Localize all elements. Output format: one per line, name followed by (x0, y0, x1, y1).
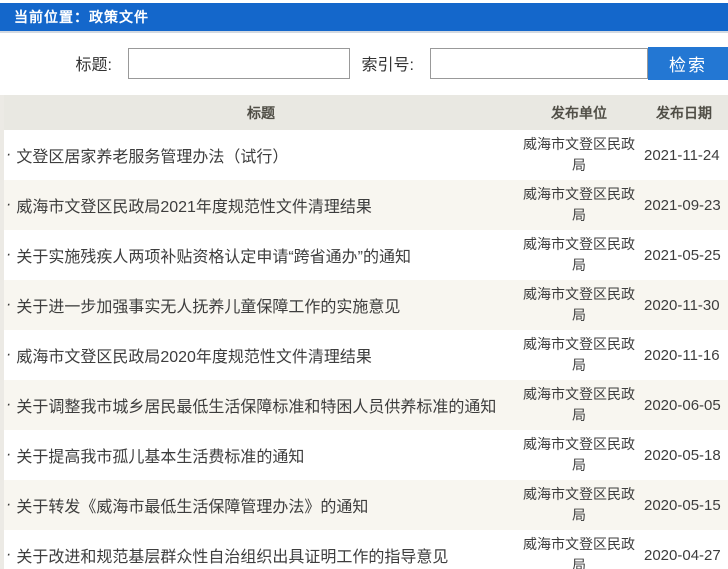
document-link[interactable]: · 关于调整我市城乡居民最低生活保障标准和特困人员供养标准的通知 (4, 393, 518, 417)
breadcrumb: 当前位置：政策文件 (14, 9, 149, 25)
bullet-icon: · (6, 496, 12, 513)
document-title: 关于调整我市城乡居民最低生活保障标准和特困人员供养标准的通知 (16, 399, 497, 416)
date-cell: 2021-05-25 (644, 246, 721, 264)
document-title: 威海市文登区民政局2020年度规范性文件清理结果 (16, 349, 372, 366)
publisher-cell: 威海市文登区民政局 (523, 236, 635, 273)
header-publisher: 发布单位 (551, 104, 607, 121)
policy-documents-page: 当前位置：政策文件 标题: 索引号: 检索 标题 发布单位 发布日期 · 文登区居… (0, 0, 728, 569)
table-row: · 关于调整我市城乡居民最低生活保障标准和特困人员供养标准的通知 威海市文登区民政… (4, 380, 728, 430)
table-header-row: 标题 发布单位 发布日期 (4, 95, 728, 130)
document-title: 关于转发《威海市最低生活保障管理办法》的通知 (16, 499, 369, 516)
document-link[interactable]: · 关于转发《威海市最低生活保障管理办法》的通知 (4, 493, 518, 517)
breadcrumb-wrap: 当前位置：政策文件 (0, 0, 728, 33)
table-row: · 关于进一步加强事实无人抚养儿童保障工作的实施意见 威海市文登区民政局 2020… (4, 280, 728, 330)
date-cell: 2020-11-30 (644, 296, 720, 314)
header-date: 发布日期 (656, 104, 712, 121)
date-cell: 2020-04-27 (644, 546, 721, 564)
document-title: 关于进一步加强事实无人抚养儿童保障工作的实施意见 (16, 299, 401, 316)
publisher-cell: 威海市文登区民政局 (523, 486, 635, 523)
table-body: · 文登区居家养老服务管理办法（试行） 威海市文登区民政局 2021-11-24 … (4, 130, 728, 569)
date-cell: 2020-06-05 (644, 396, 721, 414)
document-title: 文登区居家养老服务管理办法（试行） (16, 149, 289, 166)
date-cell: 2021-09-23 (644, 196, 721, 214)
index-field-label: 索引号: (361, 57, 414, 74)
document-title: 关于实施残疾人两项补贴资格认定申请“跨省通办”的通知 (16, 249, 411, 266)
document-link[interactable]: · 关于进一步加强事实无人抚养儿童保障工作的实施意见 (4, 293, 518, 317)
policy-table: 标题 发布单位 发布日期 · 文登区居家养老服务管理办法（试行） 威海市文登区民政… (0, 95, 728, 569)
document-title: 关于改进和规范基层群众性自治组织出具证明工作的指导意见 (16, 549, 449, 566)
table-row: · 关于实施残疾人两项补贴资格认定申请“跨省通办”的通知 威海市文登区民政局 20… (4, 230, 728, 280)
header-title: 标题 (247, 104, 275, 121)
search-button[interactable]: 检索 (648, 46, 728, 80)
publisher-cell: 威海市文登区民政局 (523, 186, 635, 223)
document-link[interactable]: · 威海市文登区民政局2020年度规范性文件清理结果 (4, 343, 518, 367)
date-cell: 2020-05-18 (644, 446, 721, 464)
bullet-icon: · (6, 196, 12, 213)
bullet-icon: · (6, 146, 12, 163)
publisher-cell: 威海市文登区民政局 (523, 536, 635, 569)
table-row: · 关于提高我市孤儿基本生活费标准的通知 威海市文登区民政局 2020-05-18 (4, 430, 728, 480)
table-row: · 文登区居家养老服务管理办法（试行） 威海市文登区民政局 2021-11-24 (4, 130, 728, 180)
publisher-cell: 威海市文登区民政局 (523, 336, 635, 373)
document-link[interactable]: · 威海市文登区民政局2021年度规范性文件清理结果 (4, 193, 518, 217)
publisher-cell: 威海市文登区民政局 (523, 136, 635, 173)
document-link[interactable]: · 关于提高我市孤儿基本生活费标准的通知 (4, 443, 518, 467)
search-form: 标题: 索引号: 检索 (0, 33, 728, 93)
publisher-cell: 威海市文登区民政局 (523, 386, 635, 423)
publisher-cell: 威海市文登区民政局 (523, 286, 635, 323)
document-title: 威海市文登区民政局2021年度规范性文件清理结果 (16, 199, 372, 216)
table-row: · 关于改进和规范基层群众性自治组织出具证明工作的指导意见 威海市文登区民政局 2… (4, 530, 728, 569)
bullet-icon: · (6, 246, 12, 263)
table-row: · 威海市文登区民政局2021年度规范性文件清理结果 威海市文登区民政局 2021… (4, 180, 728, 230)
document-title: 关于提高我市孤儿基本生活费标准的通知 (16, 449, 305, 466)
bullet-icon: · (6, 346, 12, 363)
bullet-icon: · (6, 546, 12, 563)
table-row: · 威海市文登区民政局2020年度规范性文件清理结果 威海市文登区民政局 2020… (4, 330, 728, 380)
breadcrumb-bar: 当前位置：政策文件 (0, 3, 728, 33)
index-search-input[interactable] (430, 47, 648, 79)
title-search-input[interactable] (128, 47, 350, 79)
title-field-label: 标题: (75, 57, 112, 74)
document-link[interactable]: · 关于改进和规范基层群众性自治组织出具证明工作的指导意见 (4, 543, 518, 567)
document-link[interactable]: · 关于实施残疾人两项补贴资格认定申请“跨省通办”的通知 (4, 243, 518, 267)
bullet-icon: · (6, 446, 12, 463)
date-cell: 2020-05-15 (644, 496, 721, 514)
document-link[interactable]: · 文登区居家养老服务管理办法（试行） (4, 143, 518, 167)
table-row: · 关于转发《威海市最低生活保障管理办法》的通知 威海市文登区民政局 2020-0… (4, 480, 728, 530)
publisher-cell: 威海市文登区民政局 (523, 436, 635, 473)
bullet-icon: · (6, 296, 12, 313)
date-cell: 2021-11-24 (644, 146, 720, 164)
date-cell: 2020-11-16 (644, 346, 720, 364)
bullet-icon: · (6, 396, 12, 413)
